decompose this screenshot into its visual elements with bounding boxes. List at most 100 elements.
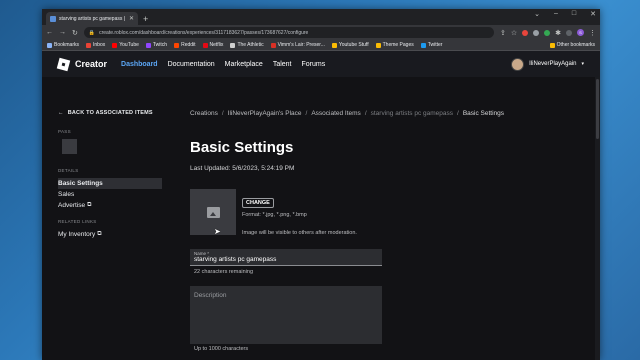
bookmark-item[interactable]: Reddit [174, 42, 196, 48]
bookmark-item[interactable]: Netflix [202, 42, 223, 48]
sidebar-item-label: My Inventory [58, 231, 96, 238]
chevron-down-icon[interactable]: ⌄ [534, 10, 540, 18]
tab-strip: starving artists pc gamepass | Ro... ✕ +… [42, 9, 600, 25]
address-bar[interactable]: 🔒 create.roblox.com/dashboard/creations/… [83, 27, 494, 38]
breadcrumb-current: Basic Settings [462, 110, 504, 117]
other-bookmarks-label: Other bookmarks [556, 42, 595, 48]
section-label-related-links: RELATED LINKS [58, 219, 97, 224]
last-updated-text: Last Updated: 5/6/2023, 5:24:19 PM [190, 165, 295, 172]
pass-thumbnail [62, 139, 77, 154]
brand-name[interactable]: Creator [75, 59, 107, 69]
breadcrumb-separator: / [221, 110, 224, 117]
url-text[interactable]: create.roblox.com/dashboard/creations/ex… [99, 30, 308, 36]
change-image-button[interactable]: CHANGE [242, 198, 274, 208]
bookmark-item[interactable]: The Athletic [230, 42, 264, 48]
name-input[interactable]: starving artists pc gamepass [194, 256, 378, 263]
sidebar-item-basic-settings[interactable]: Basic Settings [58, 178, 162, 189]
mouse-cursor-icon: ➤ [214, 227, 221, 236]
sidebar-item-label: Basic Settings [58, 180, 103, 187]
bookmark-icon [270, 42, 276, 48]
bookmark-item[interactable]: Inbox [86, 42, 105, 48]
bookmark-label: Theme Pages [382, 42, 414, 48]
user-menu[interactable]: IliNeverPlayAgain ▾ [511, 57, 584, 71]
sidebar-icon[interactable] [566, 29, 572, 36]
back-label: BACK TO ASSOCIATED ITEMS [67, 110, 153, 116]
minimize-button[interactable]: – [554, 10, 558, 18]
name-field[interactable]: Name * starving artists pc gamepass [190, 249, 382, 266]
other-bookmarks[interactable]: Other bookmarks [549, 42, 595, 48]
bookmark-label: Vimm's Lair: Preser... [277, 42, 325, 48]
bookmark-label: The Athletic [237, 42, 264, 48]
bookmark-item[interactable]: Theme Pages [375, 42, 414, 48]
extension-icon[interactable] [544, 29, 551, 36]
bookmark-item[interactable]: Vimm's Lair: Preser... [270, 42, 325, 48]
image-upload-row: CHANGE Format: *.jpg, *.png, *.bmp Image… [190, 189, 600, 236]
menu-dots-icon[interactable]: ⋮ [589, 29, 596, 37]
bookmark-label: Inbox [93, 42, 106, 48]
bookmark-item[interactable]: Twitter [420, 42, 443, 48]
breadcrumb-associated-items[interactable]: Associated Items [311, 110, 361, 117]
bookmark-label: Twitter [427, 42, 443, 48]
roblox-logo-icon[interactable] [56, 57, 71, 71]
reload-icon[interactable]: ↻ [72, 29, 78, 37]
maximize-button[interactable]: □ [572, 10, 576, 18]
nav-dashboard[interactable]: Dashboard [121, 61, 158, 68]
back-arrow-icon[interactable]: ← [46, 29, 53, 36]
profile-avatar[interactable]: S [577, 29, 584, 36]
page-content: ← BACK TO ASSOCIATED ITEMS PASS DETAILS … [42, 77, 600, 360]
bookmark-icon [331, 42, 337, 48]
sidebar-item-sales[interactable]: Sales [58, 189, 162, 200]
description-field[interactable]: Description [190, 286, 382, 344]
breadcrumb-separator: / [457, 110, 459, 117]
main-nav: Dashboard Documentation Marketplace Tale… [121, 61, 325, 68]
browser-tab[interactable]: starving artists pc gamepass | Ro... ✕ [46, 12, 138, 25]
bookmark-label: Twitch [152, 42, 168, 48]
bookmark-label: Youtube Stuff [338, 42, 369, 48]
page-title: Basic Settings [190, 139, 294, 156]
bookmark-item[interactable]: Twitch [145, 42, 168, 48]
breadcrumb-gamepass[interactable]: starving artists pc gamepass [371, 110, 453, 117]
nav-talent[interactable]: Talent [273, 61, 292, 68]
breadcrumb-separator: / [305, 110, 308, 117]
extension-icon[interactable] [522, 29, 529, 36]
star-icon[interactable]: ☆ [511, 29, 517, 37]
lock-icon[interactable]: 🔒 [89, 30, 95, 36]
creator-header: Creator Dashboard Documentation Marketpl… [42, 51, 600, 77]
nav-marketplace[interactable]: Marketplace [225, 61, 263, 68]
main-panel: Creations / IliNeverPlayAgain's Place / … [177, 77, 600, 360]
breadcrumb-place[interactable]: IliNeverPlayAgain's Place [228, 110, 302, 117]
forward-arrow-icon[interactable]: → [59, 29, 66, 36]
bookmark-item[interactable]: Bookmarks [47, 42, 79, 48]
bookmark-icon [375, 42, 381, 48]
share-icon[interactable]: ⇪ [500, 29, 506, 37]
bookmark-item[interactable]: Youtube Stuff [331, 42, 369, 48]
window-controls: ⌄ – □ ✕ [534, 10, 596, 18]
bookmark-icon [230, 42, 236, 48]
close-tab-icon[interactable]: ✕ [129, 15, 134, 22]
description-placeholder[interactable]: Description [194, 292, 378, 299]
browser-toolbar: ← → ↻ 🔒 create.roblox.com/dashboard/crea… [42, 25, 600, 40]
bookmark-label: Reddit [181, 42, 196, 48]
breadcrumb: Creations / IliNeverPlayAgain's Place / … [190, 110, 600, 117]
back-to-associated-items-link[interactable]: ← BACK TO ASSOCIATED ITEMS [58, 110, 177, 116]
image-placeholder[interactable] [190, 189, 236, 235]
close-window-button[interactable]: ✕ [590, 10, 596, 18]
breadcrumb-creations[interactable]: Creations [190, 110, 218, 117]
bookmark-icon [86, 42, 92, 48]
new-tab-icon[interactable]: + [143, 14, 148, 24]
extension-icon[interactable] [533, 29, 540, 36]
sidebar-item-my-inventory[interactable]: My Inventory ⧉ [58, 229, 162, 240]
avatar[interactable] [511, 57, 525, 71]
scrollbar-thumb[interactable] [596, 79, 599, 139]
bookmark-item[interactable]: YouTube [112, 42, 139, 48]
nav-forums[interactable]: Forums [302, 61, 326, 68]
bookmark-icon [145, 42, 151, 48]
nav-documentation[interactable]: Documentation [168, 61, 215, 68]
page-scrollbar[interactable] [595, 77, 600, 360]
puzzle-icon[interactable]: ✱ [555, 29, 561, 37]
folder-icon [549, 42, 555, 48]
username[interactable]: IliNeverPlayAgain [529, 61, 576, 67]
chevron-down-icon[interactable]: ▾ [581, 61, 584, 67]
bookmark-icon [112, 42, 118, 48]
sidebar-item-advertise[interactable]: Advertise ⧉ [58, 200, 162, 211]
